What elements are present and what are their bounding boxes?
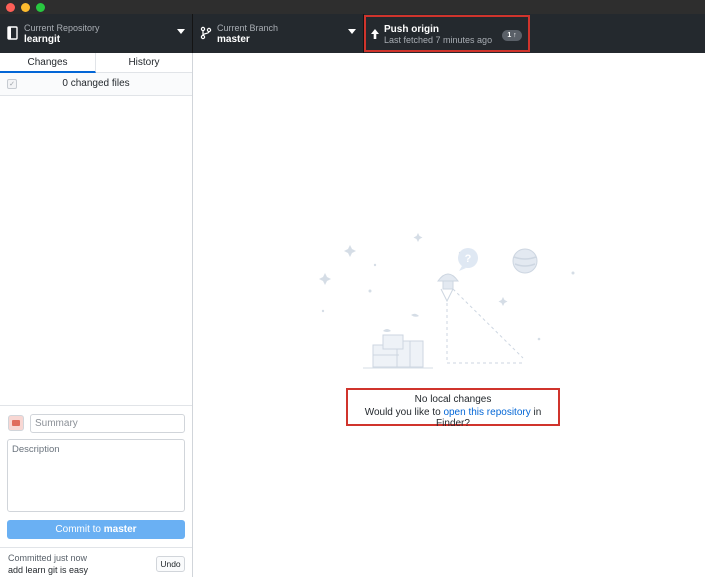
push-title: Push origin: [384, 24, 439, 35]
sidebar: Changes History ✓ 0 changed files Commit…: [0, 53, 193, 577]
last-commit-info: Committed just now add learn git is easy…: [0, 547, 192, 577]
repository-label: Current Repository: [24, 23, 100, 33]
current-branch-dropdown[interactable]: Current Branch master: [193, 14, 364, 53]
tab-history[interactable]: History: [96, 53, 192, 73]
branch-label: Current Branch: [217, 23, 279, 33]
last-commit-message: add learn git is easy: [8, 565, 89, 575]
toolbar: Current Repository learngit Current Bran…: [0, 14, 705, 53]
changed-files-header: ✓ 0 changed files: [0, 73, 192, 96]
changed-files-count: 0 changed files: [62, 78, 130, 89]
description-field[interactable]: [7, 439, 185, 512]
commit-button-prefix: Commit to: [55, 524, 101, 535]
sidebar-tabs: Changes History: [0, 53, 192, 73]
ahead-count-badge: 1 ↑: [502, 30, 522, 41]
commit-button[interactable]: Commit to master: [7, 520, 185, 539]
svg-text:?: ?: [465, 253, 472, 265]
branch-icon: [200, 26, 212, 40]
last-fetched-text: Last fetched 7 minutes ago: [384, 35, 493, 45]
commit-button-branch: master: [103, 524, 137, 535]
zoom-window-button[interactable]: [36, 3, 45, 12]
prompt-prefix: Would you like to: [364, 407, 441, 418]
tab-changes[interactable]: Changes: [0, 53, 96, 73]
last-commit-status: Committed just now: [8, 553, 88, 563]
branch-name: master: [217, 34, 250, 45]
current-repository-dropdown[interactable]: Current Repository learngit: [0, 14, 193, 53]
arrow-up-icon: [371, 29, 379, 39]
repository-name: learngit: [24, 34, 61, 45]
push-origin-button[interactable]: Push origin Last fetched 7 minutes ago 1…: [364, 15, 530, 52]
minimize-window-button[interactable]: [21, 3, 30, 12]
no-changes-title: No local changes: [414, 394, 492, 405]
main-panel: ? No local changes Would you like to ope…: [193, 53, 705, 577]
repo-icon: [7, 26, 18, 40]
avatar: [8, 415, 24, 431]
window-titlebar: [0, 0, 705, 14]
open-repository-prompt: Would you like to open this repository i…: [348, 407, 558, 429]
chevron-down-icon: [348, 29, 356, 34]
undo-button[interactable]: Undo: [156, 556, 185, 572]
no-changes-message: No local changes Would you like to open …: [346, 388, 560, 429]
commit-panel: Commit to master Committed just now add …: [0, 405, 192, 577]
close-window-button[interactable]: [6, 3, 15, 12]
chevron-down-icon: [177, 29, 185, 34]
summary-input[interactable]: [30, 414, 185, 433]
empty-state-illustration: ?: [319, 233, 575, 369]
open-repository-link[interactable]: open this repository: [443, 407, 530, 418]
